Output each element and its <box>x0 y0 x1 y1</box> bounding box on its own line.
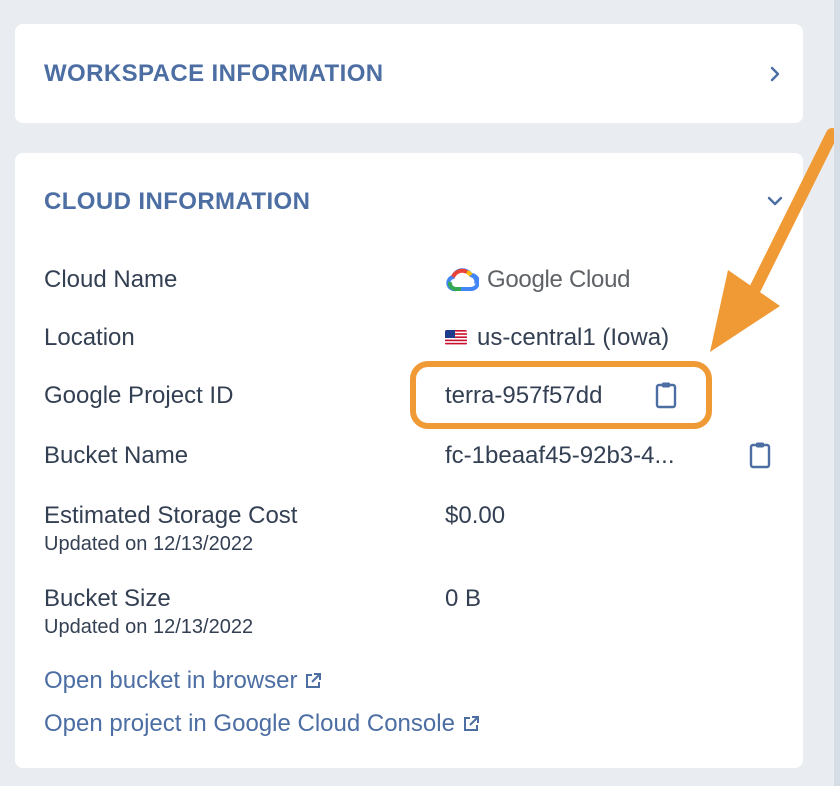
annotation-highlight-box <box>410 361 712 429</box>
bucket-size-value: 0 B <box>445 585 482 612</box>
cloud-information-card: CLOUD INFORMATION Cloud Name Google Clou… <box>15 153 803 768</box>
open-project-link[interactable]: Open project in Google Cloud Console <box>44 710 481 738</box>
google-cloud-icon <box>446 268 479 292</box>
location-label: Location <box>44 324 135 351</box>
annotation-arrow <box>710 128 838 352</box>
bucket-name-value: fc-1beaaf45-92b3-4... <box>445 442 675 469</box>
storage-cost-label: Estimated Storage Cost <box>44 502 298 529</box>
bucket-size-label: Bucket Size <box>44 585 171 612</box>
cloud-information-title[interactable]: CLOUD INFORMATION <box>44 188 310 216</box>
google-cloud-logo: Google Cloud <box>445 264 630 296</box>
external-link-icon <box>461 714 481 734</box>
storage-cost-updated: Updated on 12/13/2022 <box>44 533 254 555</box>
location-value: us-central1 (Iowa) <box>477 324 670 351</box>
open-bucket-link-text[interactable]: Open bucket in browser <box>44 667 297 695</box>
external-link-icon <box>303 671 323 691</box>
open-project-link-text[interactable]: Open project in Google Cloud Console <box>44 710 455 738</box>
bucket-name-label: Bucket Name <box>44 442 189 469</box>
google-project-id-label: Google Project ID <box>44 382 234 409</box>
google-cloud-wordmark: Google Cloud <box>487 266 631 293</box>
us-flag-icon <box>445 330 467 345</box>
clipboard-icon[interactable] <box>749 441 771 469</box>
workspace-information-title[interactable]: WORKSPACE INFORMATION <box>44 60 384 88</box>
chevron-right-icon[interactable] <box>765 64 785 84</box>
scrollbar-track[interactable] <box>834 0 840 786</box>
storage-cost-value: $0.00 <box>445 502 506 529</box>
cloud-name-label: Cloud Name <box>44 266 178 293</box>
bucket-size-updated: Updated on 12/13/2022 <box>44 616 254 638</box>
open-bucket-link[interactable]: Open bucket in browser <box>44 667 323 695</box>
workspace-information-card[interactable]: WORKSPACE INFORMATION <box>15 24 803 123</box>
